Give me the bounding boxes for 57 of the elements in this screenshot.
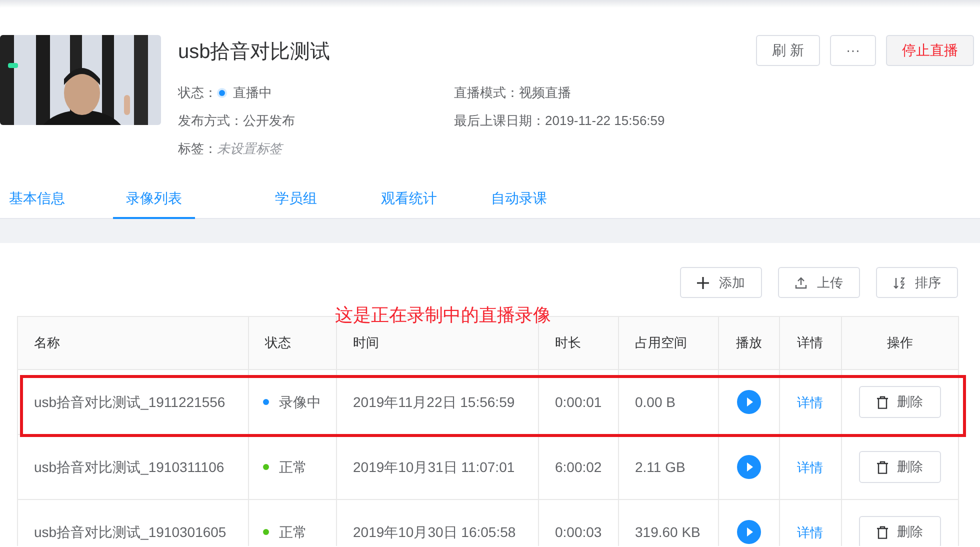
table-cell: 0:00:01 bbox=[555, 394, 602, 410]
trash-icon bbox=[877, 460, 888, 474]
detail-link[interactable]: 详情 bbox=[797, 524, 823, 540]
status-text: 正常 bbox=[279, 524, 307, 540]
table-cell: usb拾音对比测试_1911221556 bbox=[34, 394, 226, 410]
detail-link[interactable]: 详情 bbox=[797, 394, 823, 410]
table-cell: 0:00:03 bbox=[555, 524, 602, 540]
info-value: 视频直播 bbox=[519, 84, 571, 102]
table-cell: 2.11 GB bbox=[635, 458, 686, 474]
trash-icon bbox=[877, 526, 888, 538]
info-value: 公开发布 bbox=[243, 112, 295, 130]
info-label: 状态： bbox=[178, 84, 217, 102]
tab[interactable]: 自动录课 bbox=[469, 180, 569, 219]
table-cell: 2019年11月22日 15:56:59 bbox=[353, 394, 515, 410]
delete-button[interactable]: 删除 bbox=[859, 516, 941, 546]
column-header: 操作 bbox=[842, 316, 958, 370]
course-title: usb拾音对比测试 bbox=[178, 40, 330, 65]
info-value: 直播中 bbox=[233, 84, 272, 102]
upload-icon bbox=[795, 276, 807, 288]
table-cell: 319.60 KB bbox=[635, 524, 700, 540]
header-button[interactable]: ··· bbox=[830, 35, 876, 66]
delete-button[interactable]: 删除 bbox=[859, 386, 941, 418]
plus-icon bbox=[697, 276, 709, 288]
tab[interactable]: 学员组 bbox=[243, 180, 349, 219]
toolbar-button[interactable]: 添加 bbox=[680, 267, 762, 298]
table-cell: 6:00:02 bbox=[555, 458, 602, 474]
tab[interactable]: 基本信息 bbox=[0, 180, 113, 219]
info-label: 直播模式： bbox=[454, 84, 519, 102]
header-button[interactable]: 刷 新 bbox=[756, 35, 820, 66]
column-header: 详情 bbox=[780, 316, 842, 370]
column-header: 状态 bbox=[248, 316, 336, 370]
table-cell: 2019年10月31日 11:07:01 bbox=[353, 458, 515, 474]
header-button[interactable]: 停止直播 bbox=[886, 35, 974, 66]
status-text: 正常 bbox=[279, 458, 307, 475]
info-value: 2019-11-22 15:56:59 bbox=[545, 112, 665, 130]
toolbar-button[interactable]: 排序 bbox=[876, 267, 958, 298]
play-button[interactable] bbox=[737, 520, 761, 544]
trash-icon bbox=[877, 396, 888, 408]
table-cell: 2019年10月30日 16:05:58 bbox=[353, 524, 516, 540]
play-button[interactable] bbox=[737, 390, 761, 414]
column-header: 播放 bbox=[718, 316, 780, 370]
tab[interactable]: 观看统计 bbox=[349, 180, 469, 219]
column-header: 占用空间 bbox=[618, 316, 718, 370]
status-text: 录像中 bbox=[279, 394, 321, 410]
sort-icon bbox=[893, 276, 905, 288]
info-label: 最后上课日期： bbox=[454, 112, 545, 130]
info-value: 未设置标签 bbox=[217, 140, 282, 158]
table-cell: usb拾音对比测试_1910301605 bbox=[34, 524, 226, 540]
table-cell: usb拾音对比测试_1910311106 bbox=[34, 458, 224, 474]
detail-link[interactable]: 详情 bbox=[797, 460, 823, 474]
info-label: 发布方式： bbox=[178, 112, 243, 130]
column-header: 名称 bbox=[18, 316, 248, 370]
delete-button[interactable]: 删除 bbox=[859, 451, 941, 483]
info-label: 标签： bbox=[178, 140, 217, 158]
table-cell: 0.00 B bbox=[635, 394, 676, 410]
play-button[interactable] bbox=[737, 455, 761, 479]
toolbar-button[interactable]: 上传 bbox=[778, 267, 860, 298]
